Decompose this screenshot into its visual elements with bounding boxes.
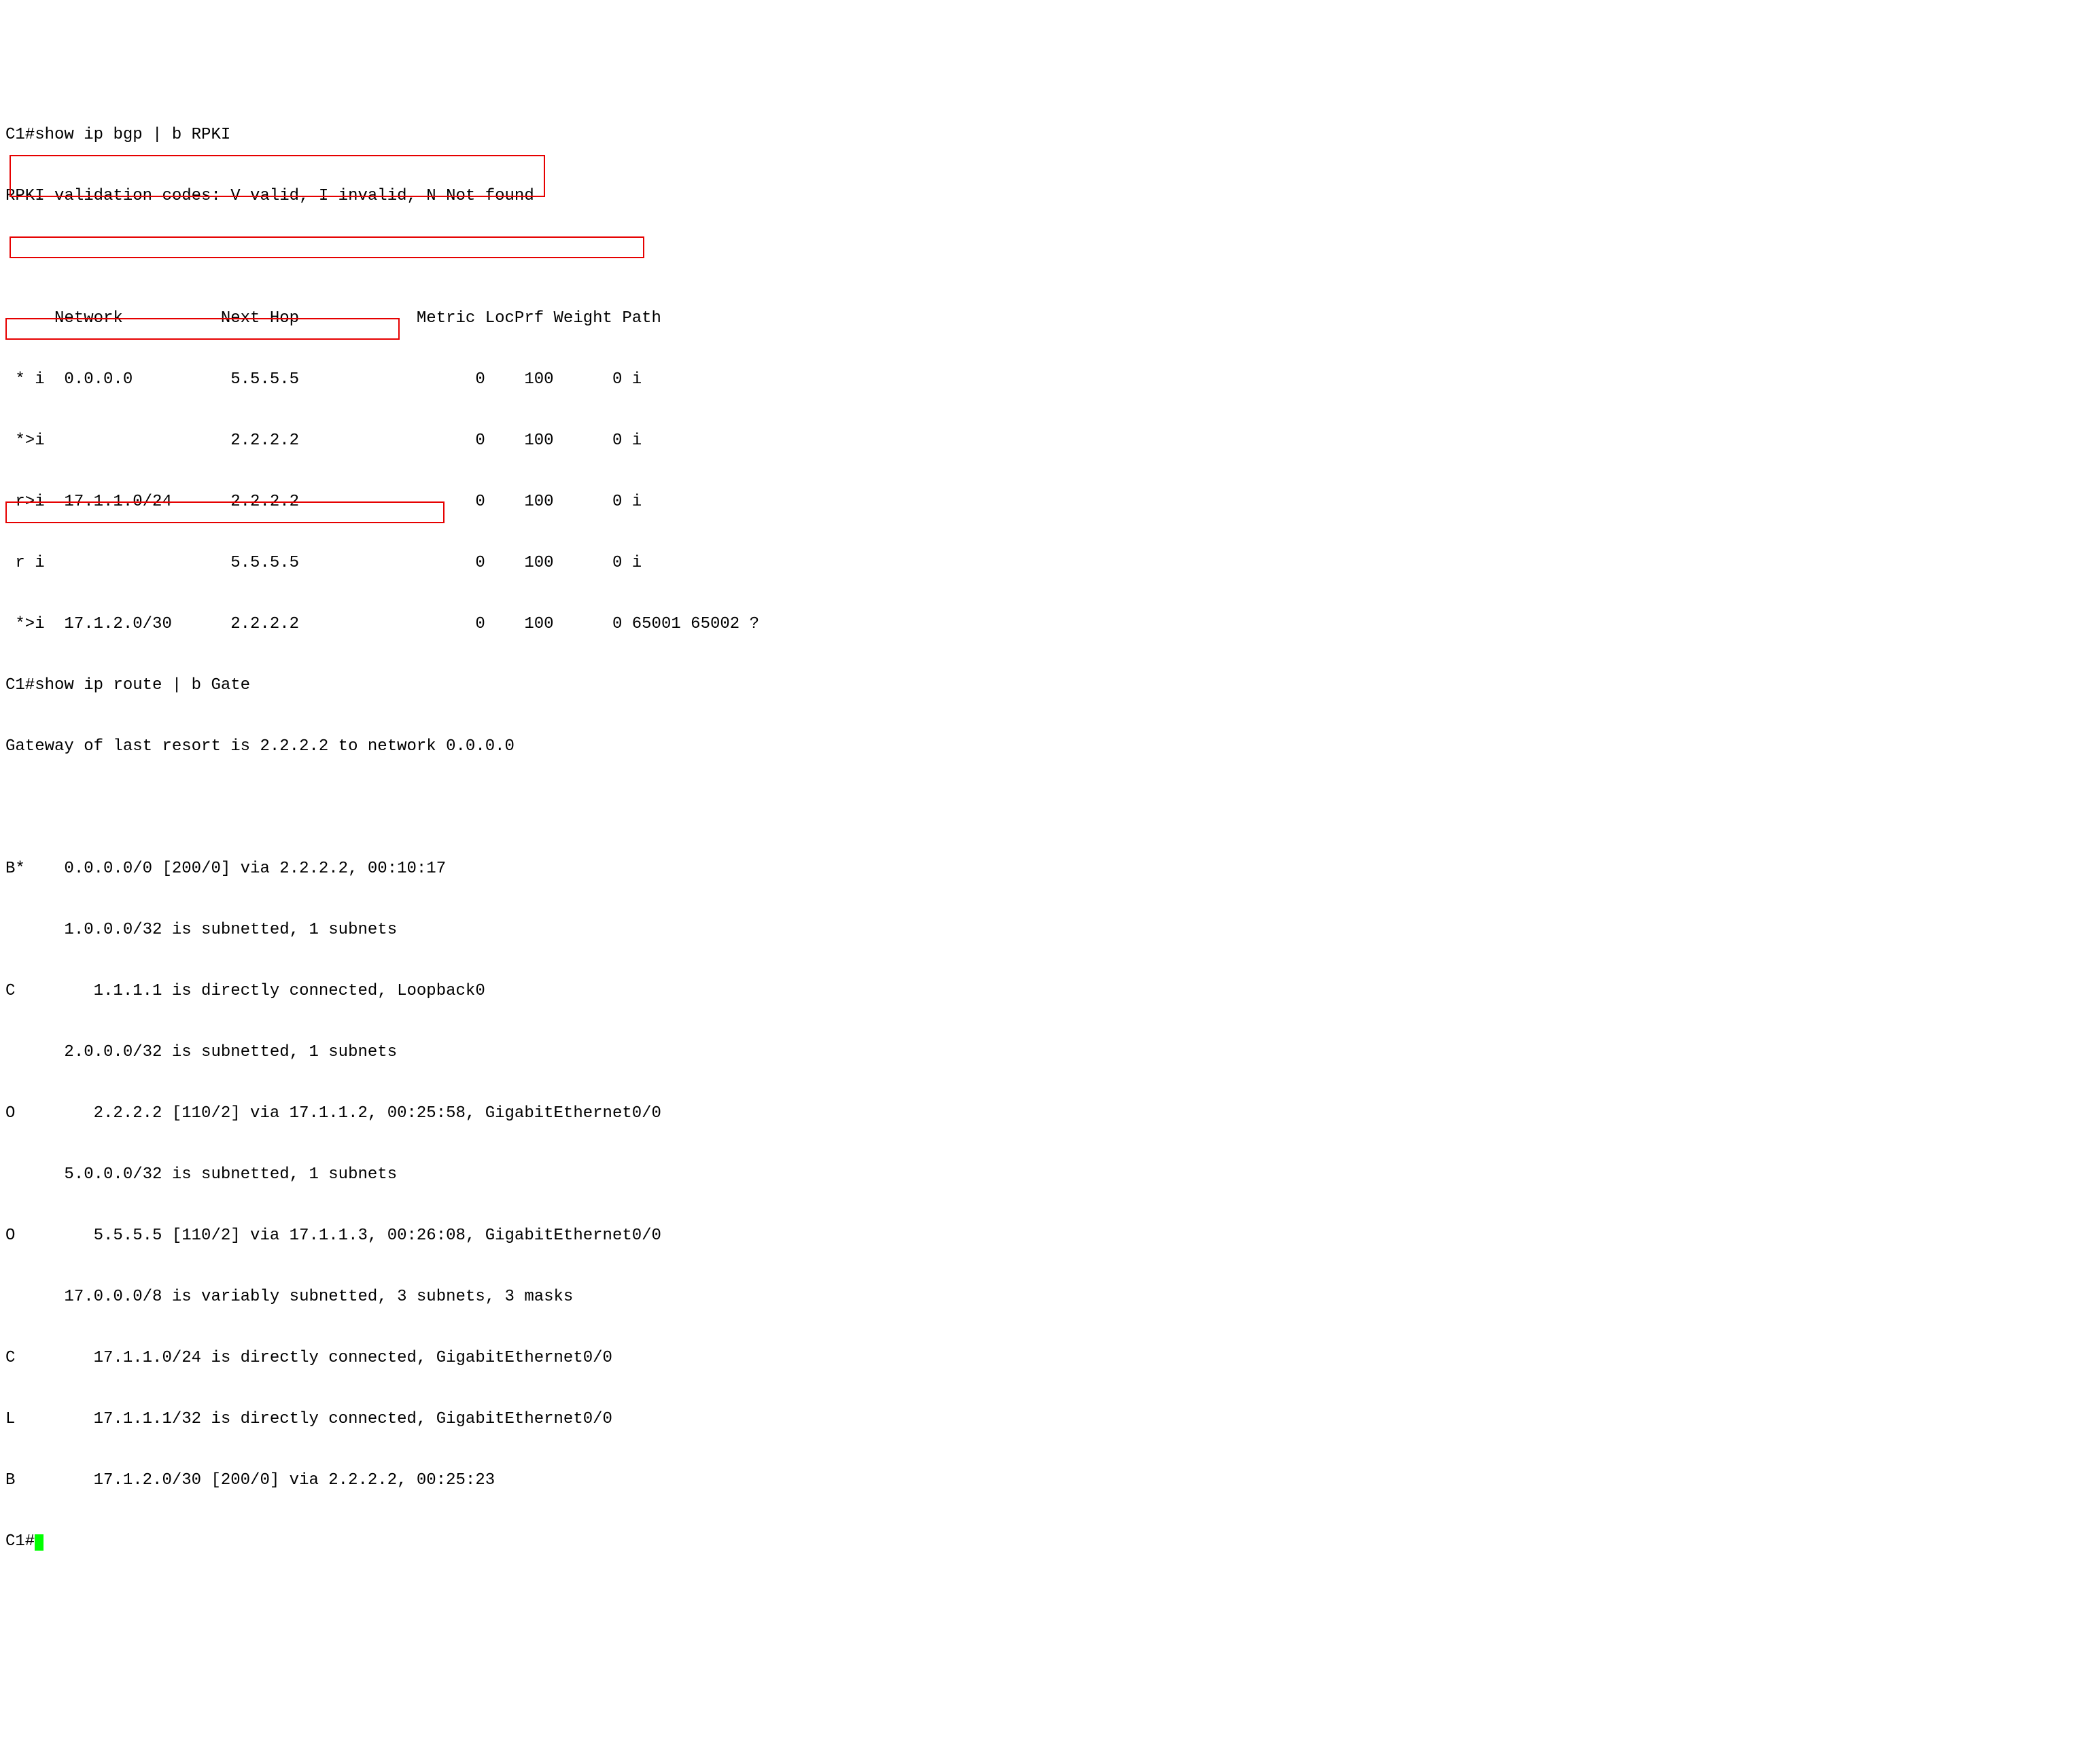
route-row: L 17.1.1.1/32 is directly connected, Gig… xyxy=(5,1409,2068,1430)
route-row: O 5.5.5.5 [110/2] via 17.1.1.3, 00:26:08… xyxy=(5,1226,2068,1246)
route-row: 1.0.0.0/32 is subnetted, 1 subnets xyxy=(5,920,2068,940)
route-row: B* 0.0.0.0/0 [200/0] via 2.2.2.2, 00:10:… xyxy=(5,859,2068,879)
prompt: C1# xyxy=(5,1532,35,1551)
bgp-row: *>i 17.1.2.0/30 2.2.2.2 0 100 0 65001 65… xyxy=(5,614,2068,635)
rpki-legend: RPKI validation codes: V valid, I invali… xyxy=(5,186,2068,207)
route-row: C 17.1.1.0/24 is directly connected, Gig… xyxy=(5,1348,2068,1369)
route-row: B 17.1.2.0/30 [200/0] via 2.2.2.2, 00:25… xyxy=(5,1470,2068,1491)
command-text: show ip bgp | b RPKI xyxy=(35,126,230,144)
gateway-line: Gateway of last resort is 2.2.2.2 to net… xyxy=(5,737,2068,757)
bgp-row: * i 0.0.0.0 5.5.5.5 0 100 0 i xyxy=(5,370,2068,390)
prompt: C1# xyxy=(5,126,35,144)
route-row: C 1.1.1.1 is directly connected, Loopbac… xyxy=(5,981,2068,1002)
bgp-row: *>i 2.2.2.2 0 100 0 i xyxy=(5,431,2068,451)
command-line-2: C1#show ip route | b Gate xyxy=(5,675,2068,696)
final-prompt-line[interactable]: C1# xyxy=(5,1532,2068,1552)
cursor-icon xyxy=(35,1534,43,1551)
command-text: show ip route | b Gate xyxy=(35,676,250,694)
command-line-1: C1#show ip bgp | b RPKI xyxy=(5,125,2068,145)
bgp-row: r i 5.5.5.5 0 100 0 i xyxy=(5,553,2068,574)
bgp-header: Network Next Hop Metric LocPrf Weight Pa… xyxy=(5,308,2068,329)
blank-line xyxy=(5,798,2068,818)
route-row: O 2.2.2.2 [110/2] via 17.1.1.2, 00:25:58… xyxy=(5,1104,2068,1124)
terminal-output[interactable]: C1#show ip bgp | b RPKI RPKI validation … xyxy=(5,84,2068,1674)
route-row: 5.0.0.0/32 is subnetted, 1 subnets xyxy=(5,1165,2068,1185)
route-row: 2.0.0.0/32 is subnetted, 1 subnets xyxy=(5,1042,2068,1063)
blank-line xyxy=(5,247,2068,268)
bgp-row: r>i 17.1.1.0/24 2.2.2.2 0 100 0 i xyxy=(5,492,2068,512)
prompt: C1# xyxy=(5,676,35,694)
route-row: 17.0.0.0/8 is variably subnetted, 3 subn… xyxy=(5,1287,2068,1307)
